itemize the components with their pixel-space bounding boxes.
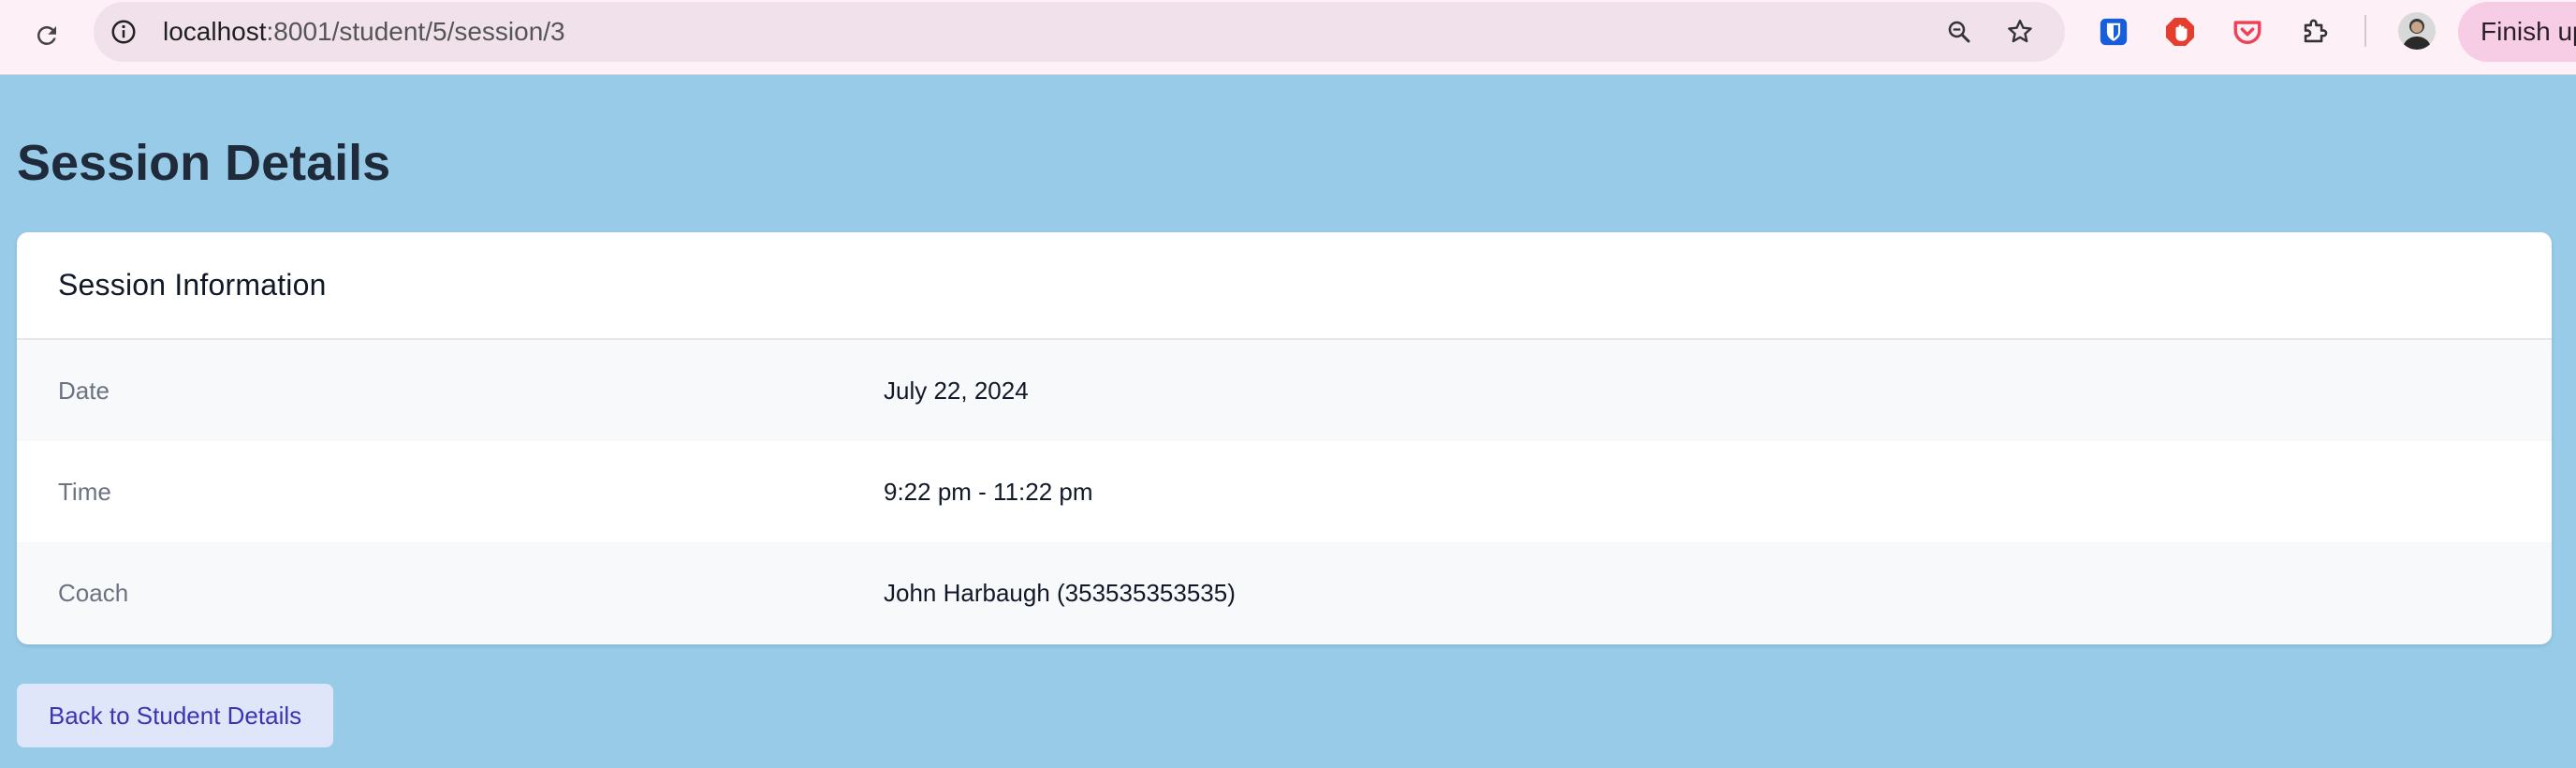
zoom-icon[interactable] (1942, 15, 1976, 49)
detail-value: 9:22 pm - 11:22 pm (884, 478, 1093, 506)
detail-row-time: Time 9:22 pm - 11:22 pm (17, 441, 2552, 542)
browser-toolbar: localhost:8001/student/5/session/3 Finis… (0, 0, 2576, 75)
detail-row-date: Date July 22, 2024 (17, 340, 2552, 441)
pocket-icon[interactable] (2229, 13, 2266, 51)
profile-avatar[interactable] (2398, 12, 2436, 50)
card-header: Session Information (17, 232, 2552, 340)
bookmark-star-icon[interactable] (2003, 15, 2037, 49)
detail-value: July 22, 2024 (884, 377, 1029, 405)
url-path: :8001/student/5/session/3 (266, 17, 565, 46)
site-info-icon[interactable] (109, 17, 139, 47)
detail-label: Time (58, 478, 111, 506)
bitwarden-icon[interactable] (2095, 13, 2132, 51)
detail-row-coach: Coach John Harbaugh (353535353535) (17, 542, 2552, 643)
session-info-card: Session Information Date July 22, 2024 T… (17, 232, 2552, 644)
address-bar[interactable]: localhost:8001/student/5/session/3 (94, 2, 2065, 62)
detail-label: Coach (58, 579, 129, 607)
detail-label: Date (58, 377, 110, 405)
puzzle-extensions-icon[interactable] (2296, 13, 2334, 51)
card-title: Session Information (58, 268, 327, 302)
page-title: Session Details (17, 135, 391, 191)
back-to-student-button[interactable]: Back to Student Details (17, 684, 333, 747)
reload-icon[interactable] (28, 17, 66, 54)
finish-update-button[interactable]: Finish up (2458, 2, 2576, 62)
detail-value: John Harbaugh (353535353535) (884, 579, 1236, 607)
url-host: localhost (163, 17, 267, 46)
url-text: localhost:8001/student/5/session/3 (163, 15, 565, 49)
adblock-icon[interactable] (2161, 13, 2199, 51)
toolbar-divider (2364, 15, 2366, 47)
